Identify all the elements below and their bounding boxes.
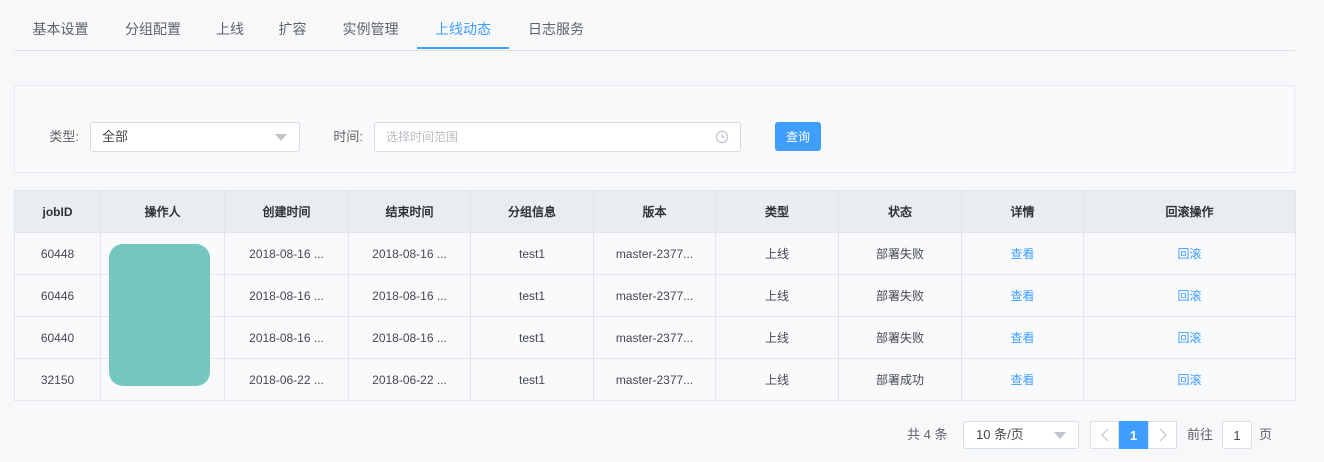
- cell-version: master-2377...: [593, 232, 716, 275]
- cell-status: 部署成功: [838, 358, 962, 401]
- chevron-right-icon: [1159, 428, 1167, 442]
- tab-scale-out[interactable]: 扩容: [261, 14, 324, 44]
- rollback-link[interactable]: 回滚: [1177, 289, 1201, 303]
- pagination-total: 共 4 条: [907, 427, 948, 442]
- tab-go-online[interactable]: 上线: [199, 14, 261, 44]
- column-header-job-id: jobID: [14, 190, 101, 233]
- cell-detail: 查看: [961, 358, 1084, 401]
- time-range-picker[interactable]: [374, 122, 741, 152]
- cell-status: 部署失败: [838, 274, 962, 317]
- page-size-value: 10 条/页: [976, 427, 1024, 442]
- column-header-detail: 详情: [961, 190, 1084, 233]
- tab-bar: 基本设置 分组配置 上线 扩容 实例管理 上线动态 日志服务: [14, 0, 1295, 51]
- cell-rollback: 回滚: [1083, 316, 1296, 359]
- caret-down-icon: [275, 134, 287, 141]
- column-header-created-time: 创建时间: [224, 190, 349, 233]
- cell-end-time: 2018-08-16 ...: [348, 232, 471, 275]
- column-header-type: 类型: [715, 190, 839, 233]
- chevron-left-icon: [1100, 428, 1109, 442]
- app-root: 基本设置 分组配置 上线 扩容 实例管理 上线动态 日志服务 类型: 全部 时间…: [0, 0, 1324, 462]
- cell-rollback: 回滚: [1083, 232, 1296, 275]
- type-select[interactable]: 全部: [90, 122, 300, 152]
- prev-page-button[interactable]: [1090, 421, 1119, 449]
- cell-created-time: 2018-08-16 ...: [224, 274, 349, 317]
- rollback-link[interactable]: 回滚: [1177, 331, 1201, 345]
- cell-group-info: test1: [470, 232, 594, 275]
- page-number-button[interactable]: 1: [1119, 421, 1148, 449]
- tab-basic-settings[interactable]: 基本设置: [14, 14, 107, 44]
- tab-instance-management[interactable]: 实例管理: [324, 14, 417, 44]
- cell-version: master-2377...: [593, 316, 716, 359]
- cell-status: 部署失败: [838, 232, 962, 275]
- goto-page-suffix: 页: [1259, 427, 1273, 442]
- view-detail-link[interactable]: 查看: [1010, 331, 1034, 345]
- cell-created-time: 2018-08-16 ...: [224, 316, 349, 359]
- time-range-input[interactable]: [375, 123, 740, 151]
- view-detail-link[interactable]: 查看: [1010, 289, 1034, 303]
- cell-detail: 查看: [961, 316, 1084, 359]
- next-page-button[interactable]: [1148, 421, 1177, 449]
- cell-group-info: test1: [470, 358, 594, 401]
- cell-job-id: 60440: [14, 316, 101, 359]
- tab-log-service[interactable]: 日志服务: [509, 14, 603, 44]
- cell-group-info: test1: [470, 316, 594, 359]
- time-label: 时间:: [333, 129, 363, 144]
- type-select-value: 全部: [102, 129, 129, 144]
- column-header-rollback: 回滚操作: [1083, 190, 1296, 233]
- view-detail-link[interactable]: 查看: [1010, 247, 1034, 261]
- page-size-select[interactable]: 10 条/页: [963, 421, 1079, 449]
- rollback-link[interactable]: 回滚: [1177, 373, 1201, 387]
- active-tab-indicator: [417, 47, 509, 49]
- caret-down-icon: [1054, 432, 1066, 439]
- tab-deploy-activity[interactable]: 上线动态: [417, 14, 509, 44]
- cell-rollback: 回滚: [1083, 358, 1296, 401]
- cell-version: master-2377...: [593, 358, 716, 401]
- tab-group-config[interactable]: 分组配置: [107, 14, 199, 44]
- table-header-row: jobID 操作人 创建时间 结束时间 分组信息 版本 类型 状态 详情 回滚操…: [14, 190, 1296, 233]
- cell-end-time: 2018-06-22 ...: [348, 358, 471, 401]
- column-header-version: 版本: [593, 190, 716, 233]
- cell-rollback: 回滚: [1083, 274, 1296, 317]
- goto-page-input[interactable]: [1222, 421, 1252, 449]
- cell-version: master-2377...: [593, 274, 716, 317]
- column-header-group-info: 分组信息: [470, 190, 594, 233]
- rollback-link[interactable]: 回滚: [1177, 247, 1201, 261]
- column-header-status: 状态: [838, 190, 962, 233]
- cell-type: 上线: [715, 316, 839, 359]
- cell-detail: 查看: [961, 232, 1084, 275]
- cell-type: 上线: [715, 232, 839, 275]
- column-header-operator: 操作人: [100, 190, 225, 233]
- cell-status: 部署失败: [838, 316, 962, 359]
- query-button[interactable]: 查询: [775, 122, 821, 151]
- view-detail-link[interactable]: 查看: [1010, 373, 1034, 387]
- cell-detail: 查看: [961, 274, 1084, 317]
- cell-group-info: test1: [470, 274, 594, 317]
- redaction-block: [109, 244, 210, 386]
- cell-end-time: 2018-08-16 ...: [348, 316, 471, 359]
- cell-created-time: 2018-08-16 ...: [224, 232, 349, 275]
- cell-end-time: 2018-08-16 ...: [348, 274, 471, 317]
- cell-job-id: 60446: [14, 274, 101, 317]
- cell-type: 上线: [715, 358, 839, 401]
- clock-icon: [715, 130, 729, 144]
- type-label: 类型:: [49, 129, 79, 144]
- cell-job-id: 32150: [14, 358, 101, 401]
- cell-job-id: 60448: [14, 232, 101, 275]
- cell-type: 上线: [715, 274, 839, 317]
- goto-page-prefix: 前往: [1187, 427, 1214, 442]
- column-header-end-time: 结束时间: [348, 190, 471, 233]
- cell-created-time: 2018-06-22 ...: [224, 358, 349, 401]
- filter-panel: 类型: 全部 时间: 查询: [14, 85, 1295, 173]
